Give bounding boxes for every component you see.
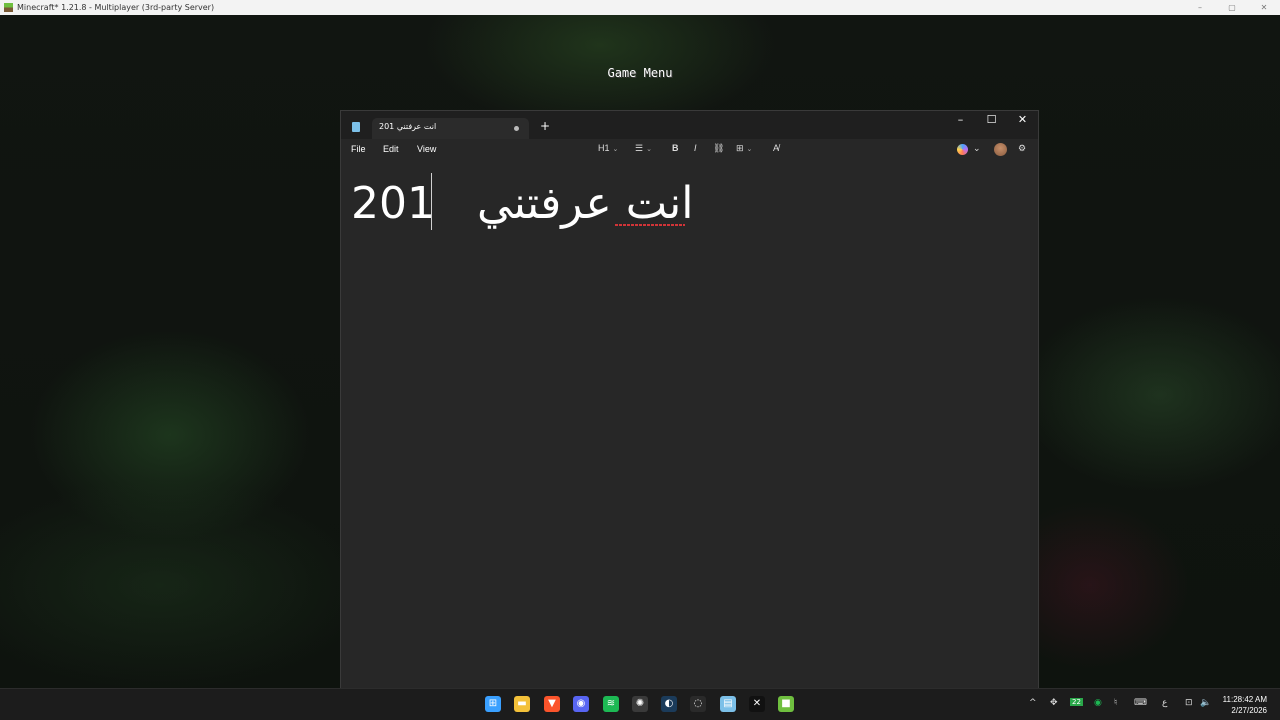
close-button[interactable]: ✕ [1007, 111, 1038, 131]
host-maximize-button[interactable]: ▢ [1216, 0, 1248, 15]
capcut-icon[interactable]: ✕ [749, 696, 765, 712]
chevron-down-icon: ⌄ [746, 146, 753, 153]
content-arabic: انت عرفتني [476, 178, 694, 229]
language-indicator[interactable]: ع [1162, 698, 1167, 708]
menu-view[interactable]: View [417, 144, 436, 154]
game-menu-title: Game Menu [607, 66, 673, 80]
steelseries-icon[interactable]: ✺ [632, 696, 648, 712]
editor-content: 201 انت عرفتني [351, 178, 693, 229]
heading-label: H1 [598, 143, 610, 153]
notepad-icon[interactable]: ▤ [720, 696, 736, 712]
windows-start-icon[interactable]: ⊞ [485, 696, 501, 712]
table-icon: ⊞ [736, 143, 744, 153]
clock-time: 11:28:42 AM [1222, 695, 1267, 704]
spotify-icon[interactable]: ≋ [603, 696, 619, 712]
spellcheck-underline [615, 224, 685, 226]
tray-app-icon[interactable]: ✥ [1050, 698, 1058, 708]
italic-button[interactable]: I [694, 143, 697, 153]
brave-icon[interactable]: ▼ [544, 696, 560, 712]
chevron-down-icon: ⌄ [612, 146, 619, 153]
file-explorer-icon[interactable]: ▬ [514, 696, 530, 712]
maximize-button[interactable]: ☐ [976, 111, 1007, 131]
tray-chevron-icon[interactable]: ^ [1029, 698, 1037, 708]
keyboard-icon[interactable]: ⌨ [1134, 698, 1147, 708]
network-icon[interactable]: ⊡ [1185, 698, 1193, 708]
clear-formatting-icon[interactable]: A̸ [773, 143, 779, 153]
bold-button[interactable]: B [672, 143, 679, 153]
host-window-controls: – ▢ ✕ [1184, 0, 1280, 15]
link-icon[interactable]: ⛓ [713, 143, 724, 154]
host-window-title: Minecraft* 1.21.8 - Multiplayer (3rd-par… [17, 3, 215, 12]
heading-dropdown[interactable]: H1 ⌄ [598, 143, 618, 153]
host-minimize-button[interactable]: – [1184, 0, 1216, 15]
volume-icon[interactable]: 🔈 [1200, 698, 1211, 708]
chevron-down-icon[interactable]: ⌄ [973, 143, 981, 154]
microphone-icon[interactable]: ♮ [1114, 698, 1117, 708]
notepad-window-controls: – ☐ ✕ [945, 111, 1038, 131]
clock-date: 2/27/2026 [1231, 706, 1267, 715]
minecraft-icon[interactable]: ■ [778, 696, 794, 712]
taskbar: ⊞ ▬ ▼ ◉ ≋ ✺ ◐ ◌ ▤ ✕ ■ ^ ✥ 22 ◉ ♮ ⌨ ع ⊡ 🔈… [0, 688, 1280, 720]
list-icon: ☰ [635, 143, 644, 153]
tab-title: انت عرفتني 201 [379, 122, 437, 131]
minecraft-icon [4, 3, 13, 12]
obs-icon[interactable]: ◌ [690, 696, 706, 712]
clock[interactable]: 11:28:42 AM 2/27/2026 [1223, 694, 1267, 716]
notepad-menubar: File Edit View H1 ⌄ ☰ ⌄ B I ⛓ ⊞ ⌄ A̸ ⌄ ⚙ [341, 139, 1038, 161]
unsaved-dot-icon[interactable] [514, 126, 519, 131]
discord-icon[interactable]: ◉ [573, 696, 589, 712]
list-dropdown[interactable]: ☰ ⌄ [635, 143, 652, 154]
new-tab-button[interactable]: + [540, 119, 550, 133]
menu-file[interactable]: File [351, 144, 366, 154]
notepad-tab[interactable]: انت عرفتني 201 [372, 118, 529, 139]
content-number: 201 [351, 178, 435, 229]
text-caret [431, 173, 432, 230]
minimize-button[interactable]: – [945, 111, 976, 131]
menu-edit[interactable]: Edit [383, 144, 399, 154]
tray-badge[interactable]: 22 [1070, 698, 1083, 706]
chevron-down-icon: ⌄ [646, 146, 652, 153]
settings-gear-icon[interactable]: ⚙ [1018, 143, 1026, 154]
notepad-editor[interactable]: 201 انت عرفتني [341, 161, 1038, 688]
table-dropdown[interactable]: ⊞ ⌄ [736, 143, 752, 154]
host-window-titlebar: Minecraft* 1.21.8 - Multiplayer (3rd-par… [0, 0, 1280, 15]
host-close-button[interactable]: ✕ [1248, 0, 1280, 15]
notepad-tabbar: انت عرفتني 201 + – ☐ ✕ [341, 111, 1038, 139]
steam-icon[interactable]: ◐ [661, 696, 677, 712]
tray-spotify-icon[interactable]: ◉ [1094, 698, 1102, 708]
avatar[interactable] [994, 143, 1007, 156]
copilot-icon[interactable] [957, 144, 968, 155]
notepad-window: انت عرفتني 201 + – ☐ ✕ File Edit View H1… [340, 110, 1039, 688]
notepad-app-icon [352, 122, 360, 132]
